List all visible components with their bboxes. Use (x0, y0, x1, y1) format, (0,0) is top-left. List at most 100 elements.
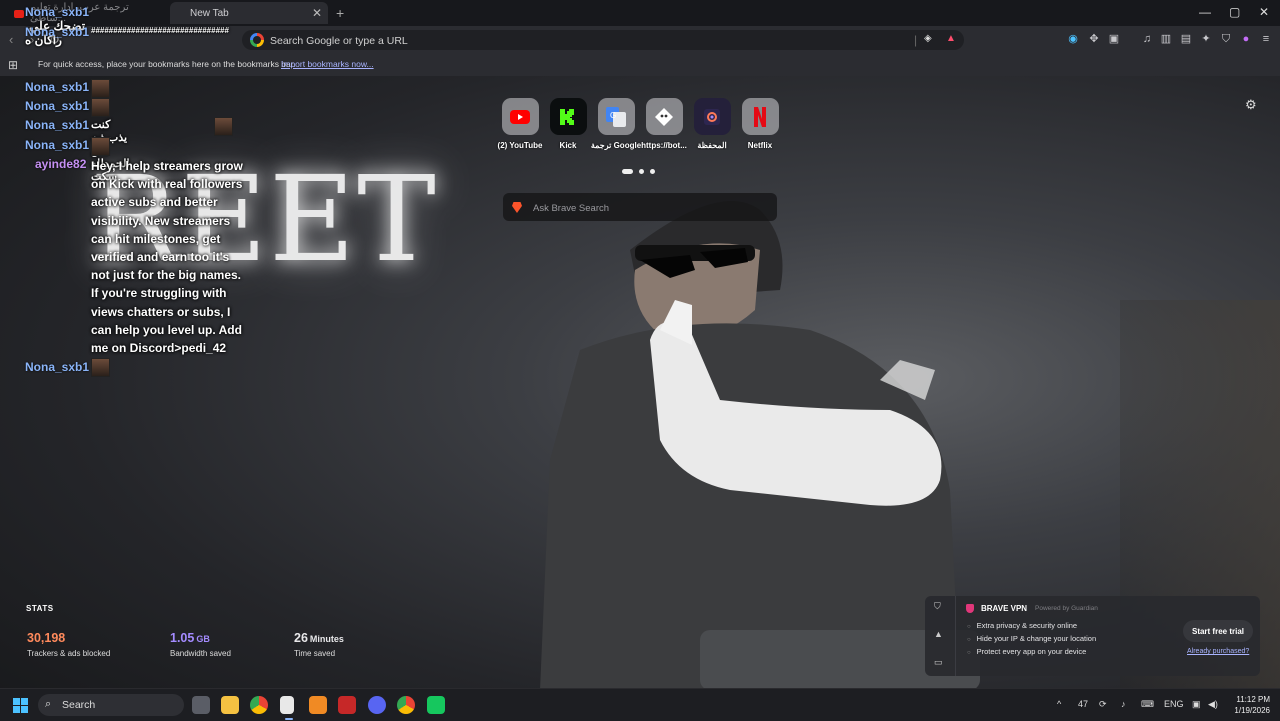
brave-search-box[interactable] (503, 193, 777, 221)
chat-message: Nona_sxb1 (25, 360, 89, 374)
brave-vpn-card: ⛉ ▲ ▭ BRAVE VPN Powered by Guardian Extr… (925, 596, 1260, 676)
vpn-feature: Protect every app on your device (967, 647, 1087, 656)
already-purchased-link[interactable]: Already purchased? (1187, 648, 1249, 655)
sidebar-icon[interactable]: ▥ (1159, 32, 1173, 46)
bot-icon (655, 107, 673, 126)
pager-dot[interactable] (639, 169, 644, 175)
chat-emote-image (91, 137, 110, 156)
vpn-shield-icon (966, 604, 974, 613)
card-icon[interactable]: ▭ (934, 657, 943, 668)
media-icon[interactable]: ♫ (1140, 32, 1154, 46)
stat-trackers: 30,198 Trackers & ads blocked (27, 631, 110, 658)
speed-dial-bot[interactable]: https://bot... (638, 98, 690, 150)
chat-username: Nona_sxb1 (25, 118, 90, 132)
profile-icon[interactable]: ● (1239, 32, 1253, 46)
discord-icon[interactable] (368, 696, 386, 714)
chat-username: Nona_sxb1 (25, 5, 90, 19)
speed-dial-label: https://bot... (641, 141, 687, 150)
vpn-feature: Extra privacy & security online (967, 621, 1077, 630)
chat-emote-image (91, 79, 110, 98)
warning-icon[interactable]: ▲ (934, 629, 943, 639)
stat-label: Trackers & ads blocked (27, 649, 111, 658)
speed-dial-pager (622, 164, 661, 178)
vpn-feature: Hide your IP & change your location (967, 634, 1097, 643)
chat-username: Nona_sxb1 (25, 360, 90, 374)
google-icon (250, 33, 264, 47)
brave-lion-icon (512, 202, 522, 213)
url-input[interactable] (268, 32, 872, 50)
taskbar-clock[interactable]: 11:12 PM 1/19/2026 (1226, 694, 1270, 716)
chat-emote-image (91, 358, 110, 377)
new-tab-button[interactable]: + (336, 5, 344, 21)
brave-search-input[interactable] (531, 199, 765, 217)
speed-dial-kick[interactable]: Kick (542, 98, 594, 150)
start-free-trial-button[interactable]: Start free trial (1183, 620, 1253, 642)
speed-dial-youtube[interactable]: (2) YouTube (494, 98, 546, 150)
chrome-icon[interactable] (250, 696, 268, 714)
audio-playing-icon[interactable]: ◉ (1066, 32, 1080, 46)
chat-message: Nona_sxb1 (25, 99, 89, 113)
tab-strip: ترجمة عرب، إدارة تعليم شاطئ... New Tab ✕… (0, 0, 1280, 26)
chat-text: ############################### (91, 26, 229, 35)
chat-emote-image (91, 98, 110, 117)
app-a-icon[interactable] (309, 696, 327, 714)
speed-dial-google-translate[interactable]: G ترجمة Google (590, 98, 642, 150)
tab-new-tab[interactable]: New Tab ✕ (170, 2, 328, 24)
wallet-icon (704, 108, 720, 125)
menu-icon[interactable]: ≡ (1259, 32, 1273, 46)
stat-unit: GB (196, 634, 210, 644)
file-explorer-icon[interactable] (221, 696, 239, 714)
leo-ai-icon[interactable]: ✦ (1199, 32, 1213, 46)
tray-badge[interactable]: 47 (1078, 699, 1088, 709)
microphone-icon[interactable]: ♪ (1121, 699, 1126, 709)
speed-dial-wallet[interactable]: المحفظة (686, 98, 738, 150)
kick-icon (560, 108, 574, 125)
screenshot-icon[interactable]: ▣ (1107, 32, 1121, 46)
app-green-icon[interactable] (427, 696, 445, 714)
minimize-button[interactable]: — (1199, 5, 1211, 19)
apps-grid-icon[interactable]: ⊞ (8, 58, 18, 72)
bookmarks-message: For quick access, place your bookmarks h… (38, 59, 296, 69)
speed-dial-netflix[interactable]: Netflix (734, 98, 786, 150)
brave-shields-icon[interactable]: ◈ (924, 33, 932, 44)
pager-dot[interactable] (622, 169, 633, 175)
keyboard-icon[interactable]: ⌨ (1141, 699, 1154, 710)
volume-icon[interactable]: ◀) (1208, 699, 1218, 710)
app-red-icon[interactable] (338, 696, 356, 714)
vpn-icon[interactable]: ⛉ (1219, 32, 1233, 46)
vpn-title: BRAVE VPN (981, 604, 1028, 613)
language-indicator[interactable]: ENG (1164, 699, 1184, 709)
chat-message: Nona_sxb1 (25, 80, 89, 94)
chrome-icon[interactable] (397, 696, 415, 714)
stat-label: Bandwidth saved (170, 649, 231, 658)
windows-start-icon[interactable] (13, 698, 29, 714)
address-bar[interactable]: | ◈ ▲ (242, 30, 964, 50)
windows-taskbar: ⌕ Search ^ 47 ⟳ ♪ ⌨ ENG ▣ ◀) 11:12 PM 1/… (0, 688, 1280, 721)
stat-value: 1.05 (170, 631, 195, 645)
sync-icon[interactable]: ⟳ (1099, 699, 1107, 710)
stat-value: 26 (294, 631, 308, 645)
taskbar-search-label: Search (62, 699, 96, 711)
bookmarks-bar: ⊞ For quick access, place your bookmarks… (0, 54, 1280, 76)
chevron-up-icon[interactable]: ^ (1057, 699, 1061, 709)
chat-username: Nona_sxb1 (25, 80, 90, 94)
notepad-icon[interactable] (280, 696, 294, 720)
brave-rewards-icon[interactable]: ▲ (946, 33, 956, 44)
taskbar-search[interactable]: ⌕ Search (38, 694, 184, 716)
youtube-icon (14, 10, 24, 18)
import-bookmarks-link[interactable]: Import bookmarks now... (281, 59, 374, 69)
pager-dot[interactable] (650, 169, 655, 175)
close-window-button[interactable]: ✕ (1259, 5, 1269, 19)
extensions-icon[interactable]: ✥ (1087, 32, 1101, 46)
back-icon[interactable]: ‹ (9, 32, 13, 47)
shield-icon[interactable]: ⛉ (934, 601, 941, 612)
speed-dial-label: المحفظة (697, 141, 727, 150)
gear-icon[interactable]: ⚙ (1245, 97, 1257, 113)
maximize-button[interactable]: ▢ (1229, 5, 1240, 19)
network-icon[interactable]: ▣ (1192, 699, 1201, 710)
task-view-icon[interactable] (192, 696, 210, 714)
clock-date: 1/19/2026 (1234, 706, 1270, 715)
close-icon[interactable]: ✕ (312, 6, 322, 20)
wallet-icon[interactable]: ▤ (1179, 32, 1193, 46)
speed-dial-label: Netflix (747, 141, 773, 150)
